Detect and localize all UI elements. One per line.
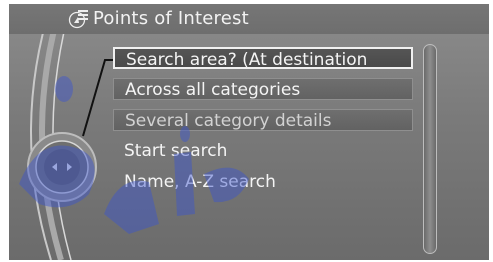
menu-item-name-a-z-search[interactable]: Name, A-Z search	[113, 171, 413, 193]
menu-item-search-area[interactable]: Search area? (At destination	[113, 47, 413, 69]
menu-item-start-search[interactable]: Start search	[113, 140, 413, 162]
idrive-controller-icon	[27, 132, 97, 202]
title-bar: Points of Interest	[9, 4, 489, 34]
points-of-interest-icon	[68, 10, 88, 29]
page-title: Points of Interest	[93, 8, 249, 29]
menu-item-several-category-details[interactable]: Several category details	[113, 109, 413, 131]
navigation-screen: Points of Interest Search area? (At dest…	[9, 4, 489, 260]
scrollbar[interactable]	[423, 44, 437, 254]
menu-item-across-all-categories[interactable]: Across all categories	[113, 78, 413, 100]
